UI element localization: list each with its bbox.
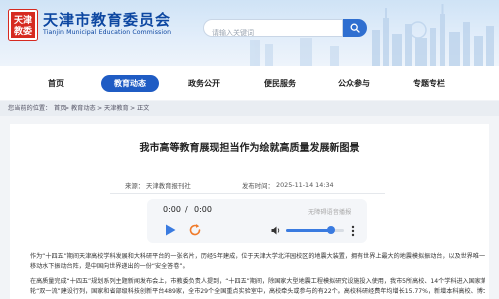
search-icon	[350, 23, 360, 33]
breadcrumb-prefix: 您当前的位置：	[8, 105, 52, 112]
breadcrumb-separator: >	[97, 105, 103, 112]
article-date: 2025-11-14 14:34	[276, 181, 334, 189]
article-paragraph-line: 轮“双一流”建设行列，国家和省部级科技创新平台489家，全市29个全国重点实验室…	[30, 288, 485, 295]
nav-item-home[interactable]: 首页	[27, 75, 85, 92]
volume-slider-handle[interactable]	[327, 226, 336, 234]
volume-slider[interactable]	[286, 226, 344, 234]
meta-divider	[110, 193, 385, 194]
article-title: 我市高等教育展现担当作为绘就高质量发展新图景	[139, 143, 360, 154]
article-source: 天津教育报刊社	[146, 182, 191, 190]
nav-item-education-news[interactable]: 教育动态	[101, 75, 159, 92]
site-subtitle: Tianjin Municipal Education Commission	[43, 29, 172, 36]
replay-icon[interactable]	[188, 223, 202, 237]
time-separator: /	[185, 205, 188, 214]
total-time: 0:00	[194, 205, 212, 214]
site-header: 天津 教委 天津市教育委员会 Tianjin Municipal Educati…	[0, 0, 499, 66]
article-paragraph-line: 作为“十四五”期间天津高校学科发展和大科研平台的一张名片，历经5年建成，位于天津…	[30, 253, 485, 260]
nav-item-public-services[interactable]: 便民服务	[251, 75, 309, 92]
breadcrumb: 您当前的位置： 首页 > 教育动态 > 天津教育 > 正文	[0, 101, 499, 116]
article-paragraph-line: 在高质量完成“十四五”规划系列主题新闻发布会上，市教委负责人提到，“十四五”期间…	[30, 278, 485, 285]
search-button[interactable]	[343, 19, 367, 37]
volume-icon[interactable]	[271, 226, 281, 235]
breadcrumb-item-education-news[interactable]: 教育动态	[71, 101, 96, 116]
current-time: 0:00	[163, 205, 181, 214]
search-box	[203, 19, 343, 41]
more-options-icon[interactable]	[351, 225, 355, 237]
education-commission-logo: 天津 教委	[8, 9, 38, 41]
svg-text:天津: 天津	[14, 14, 32, 26]
play-icon[interactable]	[163, 223, 177, 237]
breadcrumb-item-current: 正文	[137, 105, 150, 112]
main-navigation: 首页 教育动态 政务公开 便民服务 公众参与 专题专栏	[0, 66, 499, 100]
audio-player: 0:00 / 0:00 无障碍语音播报	[147, 199, 367, 243]
breadcrumb-separator: >	[64, 105, 70, 112]
article-paragraph-line: 移动水下振动台阵，是中国向世界递出的一份“安全答卷”。	[30, 263, 189, 270]
search-input[interactable]	[204, 25, 332, 41]
article-container: 我市高等教育展现担当作为绘就高质量发展新图景 来源： 天津教育报刊社 发布时间：…	[10, 124, 489, 299]
date-label: 发布时间：	[242, 182, 274, 190]
breadcrumb-item-tianjin-education[interactable]: 天津教育	[104, 101, 129, 116]
volume-slider-fill	[286, 229, 332, 232]
source-label: 来源：	[125, 182, 145, 190]
accessibility-voice-label: 无障碍语音播报	[308, 209, 352, 216]
nav-item-public-participation[interactable]: 公众参与	[325, 75, 383, 92]
site-title: 天津市教育委员会	[43, 11, 172, 29]
breadcrumb-separator: >	[130, 105, 136, 112]
svg-text:教委: 教委	[13, 25, 33, 37]
nav-item-special-topics[interactable]: 专题专栏	[400, 75, 458, 92]
nav-item-government-affairs[interactable]: 政务公开	[175, 75, 233, 92]
